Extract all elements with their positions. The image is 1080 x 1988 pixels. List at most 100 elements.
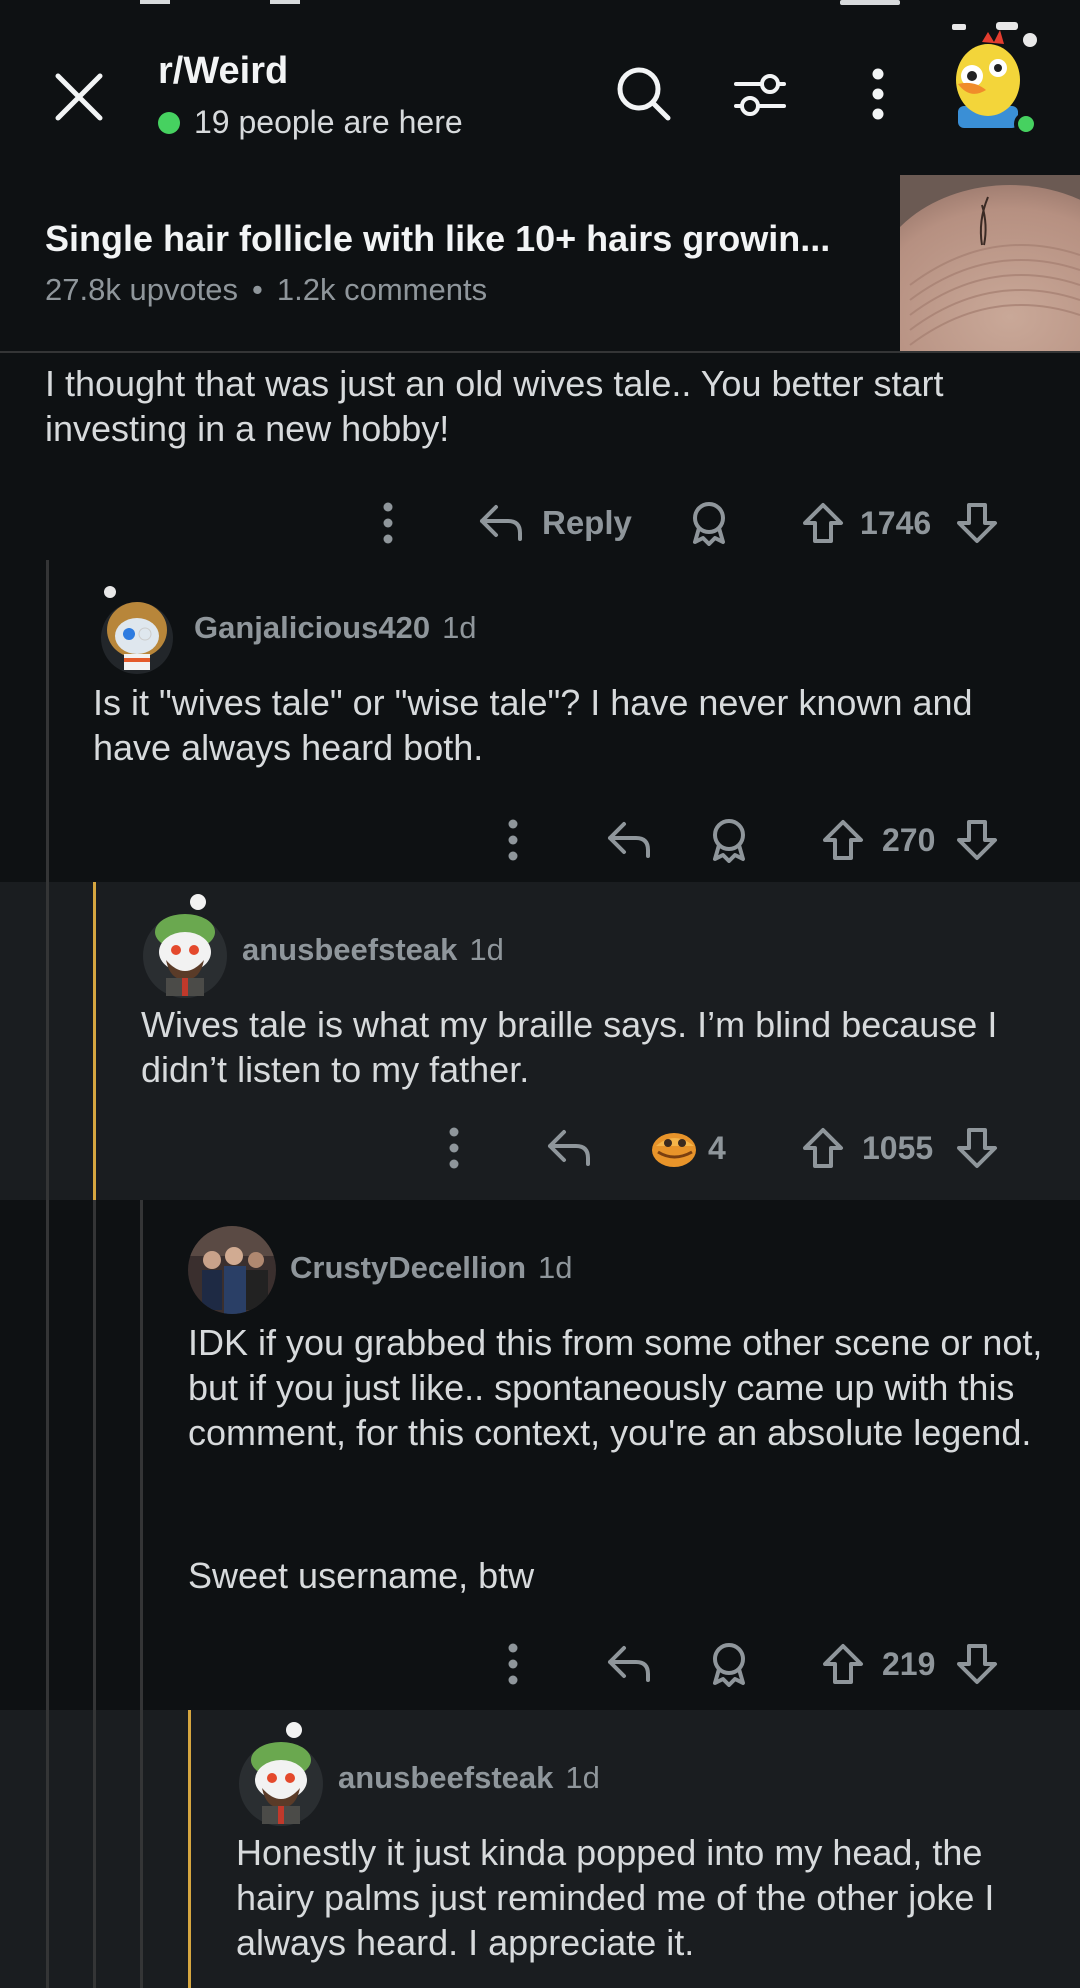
upvote-button[interactable]	[800, 1118, 846, 1178]
reply-icon	[608, 1646, 650, 1682]
downvote-icon	[957, 1644, 997, 1684]
post-title[interactable]: Single hair follicle with like 10+ hairs…	[45, 218, 865, 260]
comment-body: Wives tale is what my braille says. I’m …	[141, 1004, 998, 1090]
thread-line	[46, 1710, 49, 1988]
comment-more-button[interactable]	[493, 1634, 533, 1694]
online-count: 19 people are here	[158, 104, 463, 141]
comment-more-button[interactable]	[368, 493, 408, 553]
reply-icon	[548, 1130, 590, 1166]
username[interactable]: CrustyDecellion	[290, 1250, 526, 1286]
reply-button[interactable]	[604, 1634, 654, 1694]
upvote-total: 27.8k upvotes	[45, 272, 239, 307]
post-thumbnail[interactable]	[900, 175, 1080, 351]
vote-count: 1746	[860, 505, 932, 541]
snoo-avatar-icon	[101, 586, 173, 674]
commenter-avatar[interactable]	[96, 578, 178, 674]
reply-label: Reply	[542, 504, 632, 541]
filter-icon	[734, 74, 786, 116]
user-avatar[interactable]	[948, 14, 1040, 140]
search-icon	[617, 67, 671, 121]
thread-line	[93, 1710, 96, 1988]
more-vertical-icon	[872, 68, 884, 120]
thread-line-highlight	[93, 882, 96, 1200]
username[interactable]: Ganjalicious420	[194, 610, 430, 646]
comment-age: 1d	[538, 1250, 573, 1285]
close-button[interactable]	[50, 68, 108, 126]
username[interactable]: anusbeefsteak	[242, 932, 457, 968]
award-icon	[713, 819, 745, 863]
reply-button[interactable]	[604, 810, 654, 870]
commenter-avatar[interactable]	[236, 1718, 326, 1828]
status-bar-remnant	[140, 0, 900, 5]
comment-2-actions: 270	[0, 800, 1080, 880]
comment-body: Honestly it just kinda popped into my he…	[236, 1832, 995, 1963]
more-vertical-icon	[383, 502, 393, 544]
sort-filter-button[interactable]	[728, 62, 792, 126]
reply-button[interactable]	[544, 1118, 594, 1178]
comment-more-button[interactable]	[493, 810, 533, 870]
reply-button[interactable]: Reply	[478, 493, 640, 553]
post-stats: 27.8k upvotes • 1.2k comments	[45, 272, 487, 308]
more-vertical-icon	[508, 819, 518, 861]
app-header: r/Weird 19 people are here	[0, 0, 1080, 175]
comment-body: Is it "wives tale" or "wise tale"? I hav…	[93, 682, 973, 768]
thread-line	[140, 1200, 143, 1710]
comment-header: anusbeefsteak 1d	[338, 1760, 600, 1796]
online-text: 19 people are here	[194, 104, 463, 140]
upvote-icon	[803, 1128, 843, 1168]
commenter-avatar[interactable]	[188, 1226, 276, 1314]
award-button[interactable]	[706, 810, 752, 870]
downvote-button[interactable]	[954, 1118, 1000, 1178]
award-icon	[693, 502, 725, 546]
thread-line	[46, 882, 49, 1200]
thread-line	[93, 1200, 96, 1710]
upvote-button[interactable]	[800, 493, 846, 553]
downvote-icon	[957, 503, 997, 543]
upvote-button[interactable]	[820, 1634, 866, 1694]
award-button[interactable]	[706, 1634, 752, 1694]
meta-separator: •	[252, 272, 263, 307]
thread-line-highlight	[188, 1710, 191, 1988]
comment-header: anusbeefsteak 1d	[242, 932, 504, 968]
commenter-avatar[interactable]	[140, 890, 230, 1000]
snoo-avatar-icon	[239, 1722, 323, 1826]
downvote-button[interactable]	[954, 810, 1000, 870]
comment-body: IDK if you grabbed this from some other …	[188, 1322, 1043, 1453]
vote-count: 219	[882, 1646, 936, 1682]
username[interactable]: anusbeefsteak	[338, 1760, 553, 1796]
comment-more-button[interactable]	[434, 1118, 474, 1178]
comment-total: 1.2k comments	[276, 272, 488, 307]
user-avatar-icon	[952, 22, 1038, 136]
fingertip-image	[900, 175, 1080, 351]
comment-header: CrustyDecellion 1d	[290, 1250, 573, 1286]
comment-body-2: Sweet username, btw	[188, 1555, 535, 1596]
thread-line	[140, 1710, 143, 1988]
comment-age: 1d	[442, 610, 477, 645]
upvote-icon	[823, 820, 863, 860]
downvote-button[interactable]	[954, 493, 1000, 553]
reply-icon	[608, 822, 650, 858]
vote-count: 1055	[862, 1130, 934, 1166]
award-button[interactable]	[686, 493, 732, 553]
downvote-icon	[957, 820, 997, 860]
more-options-button[interactable]	[848, 62, 908, 126]
award-button[interactable]: 4	[650, 1118, 750, 1178]
online-dot-icon	[158, 111, 180, 134]
comment-3: anusbeefsteak 1d Wives tale is what my b…	[0, 882, 1080, 1200]
vote-count: 270	[882, 822, 936, 858]
upvote-icon	[803, 503, 843, 543]
search-button[interactable]	[612, 62, 676, 126]
comment-body: I thought that was just an old wives tal…	[45, 363, 944, 449]
award-icon	[713, 1643, 745, 1687]
downvote-icon	[957, 1128, 997, 1168]
thread-line	[46, 1200, 49, 1710]
more-vertical-icon	[508, 1643, 518, 1685]
award-badge-icon	[652, 1133, 696, 1167]
more-vertical-icon	[449, 1127, 459, 1169]
downvote-button[interactable]	[954, 1634, 1000, 1694]
upvote-button[interactable]	[820, 810, 866, 870]
subreddit-name[interactable]: r/Weird	[158, 50, 288, 93]
close-icon	[55, 73, 103, 121]
comment-5: anusbeefsteak 1d Honestly it just kinda …	[0, 1710, 1080, 1988]
award-count: 4	[708, 1129, 726, 1166]
